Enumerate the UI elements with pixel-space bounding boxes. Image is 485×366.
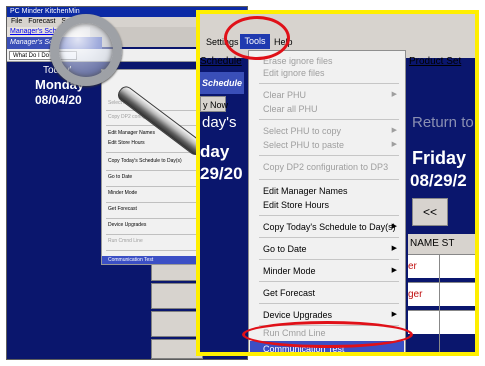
table-cell: er	[408, 261, 417, 272]
menu-separator	[259, 237, 399, 238]
menu-separator	[106, 234, 198, 235]
menu-separator	[259, 119, 399, 120]
menu-separator	[259, 303, 399, 304]
menu-separator	[106, 218, 198, 219]
menu-item-go-to-date[interactable]: Go to Date	[108, 174, 132, 181]
menu-item-edit-manager-names[interactable]: Edit Manager Names	[263, 185, 348, 197]
menu-item-select-phu-to-paste: Select PHU to paste ▶	[263, 139, 403, 151]
menu-item-device-upgrades[interactable]: Device Upgrades	[108, 222, 146, 229]
menu-item-label: Select PHU to paste	[263, 140, 345, 150]
menu-separator	[106, 250, 198, 251]
menu-item-copy-todays-schedule[interactable]: Copy Today's Schedule to Day(s) ▶	[263, 221, 403, 233]
menu-item-run-cmnd-line: Run Cmnd Line	[108, 238, 143, 244]
chevron-right-icon: ▶	[391, 267, 397, 274]
menu-item-copy-dp2-configuration: Copy DP2 configuration to DP3	[263, 162, 389, 172]
menu-item-clear-all-phu: Clear all PHU	[263, 104, 318, 114]
return-to-label[interactable]: Return to	[412, 114, 474, 131]
chevron-right-icon: ▶	[391, 245, 397, 252]
menu-item-get-forecast[interactable]: Get Forecast	[108, 206, 137, 213]
menu-item-edit-manager-names[interactable]: Edit Manager Names	[108, 130, 155, 137]
menu-item-copy-todays-schedule[interactable]: Copy Today's Schedule to Day(s)	[108, 158, 182, 165]
menu-item-select-phu-to-copy: Select PHU to copy ▶	[263, 125, 403, 137]
menu-forecast[interactable]: Forecast	[28, 18, 55, 25]
menu-item-minder-mode[interactable]: Minder Mode ▶	[263, 265, 403, 277]
menu-item-label: Device Upgrades	[263, 310, 333, 320]
menu-separator	[259, 155, 399, 156]
menu-separator	[259, 215, 399, 216]
previous-button[interactable]: <<	[412, 198, 448, 226]
menu-separator	[259, 179, 399, 180]
menu-separator	[106, 202, 198, 203]
magnifier-icon	[50, 14, 122, 86]
menu-item-device-upgrades[interactable]: Device Upgrades ▶	[263, 309, 403, 321]
schedule-tab[interactable]: Schedule	[200, 72, 244, 94]
menu-item-label: Copy Today's Schedule to Day(s)	[263, 222, 396, 232]
menu-separator	[106, 186, 198, 187]
menu-separator	[106, 170, 198, 171]
menu-separator	[259, 259, 399, 260]
product-settings-link[interactable]: Product Set	[409, 56, 461, 67]
tools-menu-highlight-ellipse	[224, 16, 290, 60]
tools-dropdown-menu: Erase ignore files Edit ignore files Cle…	[248, 50, 406, 352]
menu-separator	[259, 83, 399, 84]
schedule-link[interactable]: Schedule	[200, 56, 242, 67]
chevron-right-icon: ▶	[391, 91, 397, 98]
menu-item-go-to-date[interactable]: Go to Date ▶	[263, 243, 403, 255]
menu-separator	[106, 125, 198, 126]
menu-item-communication-test[interactable]: Communication Test	[102, 256, 200, 264]
table-row[interactable]: er	[408, 254, 475, 278]
what-do-i-do-now-button[interactable]: y Now	[200, 96, 228, 112]
chevron-right-icon: ▶	[391, 141, 397, 148]
communication-test-highlight-ellipse	[242, 321, 413, 348]
friday-label: Friday	[412, 148, 467, 168]
menu-item-edit-store-hours[interactable]: Edit Store Hours	[263, 199, 329, 211]
date-label: 08/04/20	[35, 93, 82, 107]
menu-item-get-forecast[interactable]: Get Forecast	[263, 287, 315, 299]
menu-item-minder-mode[interactable]: Minder Mode	[108, 190, 137, 197]
menu-file[interactable]: File	[11, 18, 22, 25]
menu-item-edit-ignore-files: Edit ignore files	[263, 68, 325, 78]
menu-item-label: Select PHU to copy	[263, 126, 342, 136]
menu-item-label: Minder Mode	[263, 266, 316, 276]
day-label: day	[200, 142, 230, 161]
menu-separator	[106, 152, 198, 153]
chevron-right-icon: ▶	[391, 127, 397, 134]
date-label: 29/20	[200, 164, 243, 183]
table-row[interactable]	[408, 310, 475, 334]
menu-item-label: Clear PHU	[263, 90, 307, 100]
grid-divider	[439, 254, 440, 352]
chevron-right-icon: ▶	[391, 311, 397, 318]
menu-item-label: Go to Date	[263, 244, 307, 254]
menu-item-edit-store-hours[interactable]: Edit Store Hours	[108, 140, 145, 147]
menu-separator	[259, 281, 399, 282]
menu-item-clear-phu: Clear PHU ▶	[263, 89, 403, 101]
table-cell: ger	[408, 289, 423, 300]
todays-label: day's	[202, 114, 237, 131]
chevron-right-icon: ▶	[391, 223, 397, 230]
friday-date-label: 08/29/2	[410, 171, 467, 190]
tools-dropdown-menu: Select PHU to c Copy DP2 configurati Edi…	[101, 69, 201, 265]
name-column-header: NAME ST	[408, 234, 475, 254]
zoomed-menu-panel: Settings Tools Help Schedule Product Set…	[196, 10, 479, 356]
table-row[interactable]: ger	[408, 282, 475, 306]
